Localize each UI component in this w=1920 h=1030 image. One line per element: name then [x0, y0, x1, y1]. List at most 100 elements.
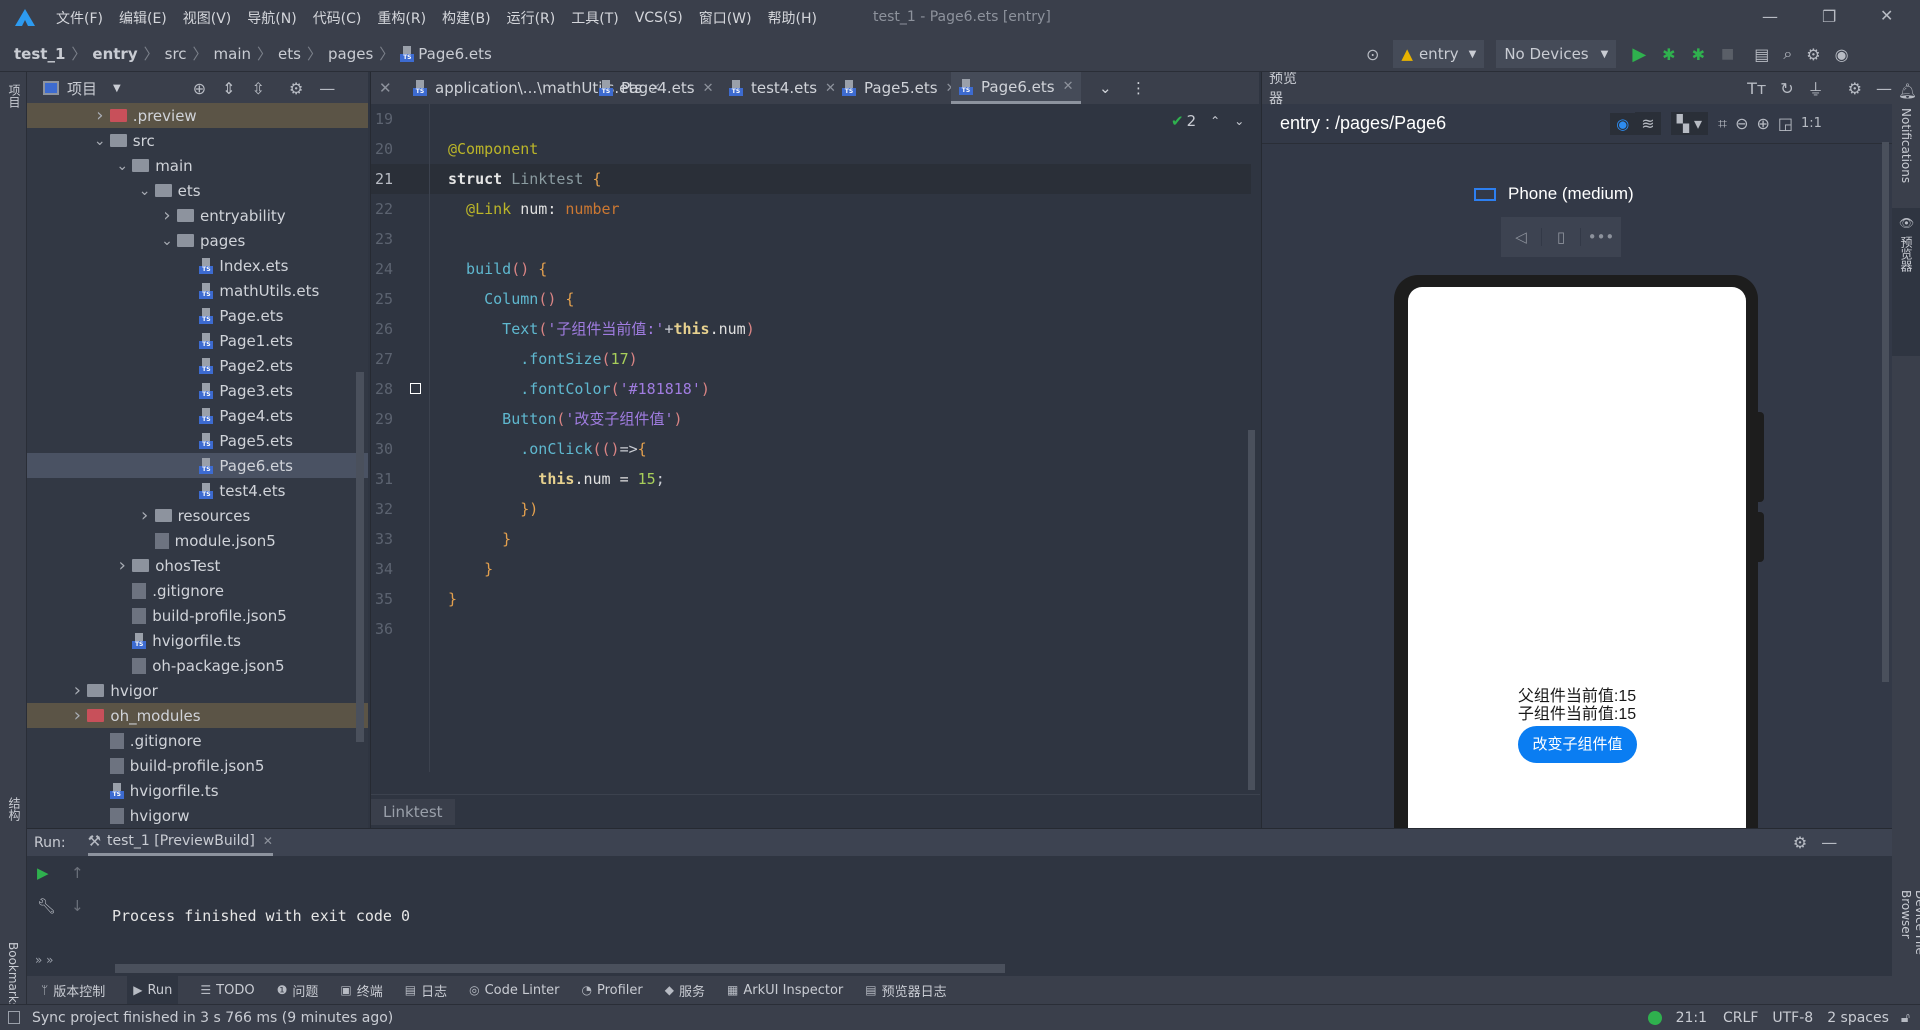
- tool-tab[interactable]: ▶ Run: [127, 976, 179, 1004]
- indent-setting[interactable]: 2 spaces: [1827, 1010, 1889, 1026]
- tree-item[interactable]: test4.ets: [27, 478, 368, 503]
- tree-item[interactable]: Page4.ets: [27, 403, 368, 428]
- tree-item[interactable]: Page5.ets: [27, 428, 368, 453]
- multi-device-icon[interactable]: ▚ ▾: [1670, 112, 1709, 135]
- menu-item[interactable]: 帮助(H): [768, 8, 817, 28]
- search-icon[interactable]: ⌕: [1783, 44, 1792, 64]
- tool-tab[interactable]: ❶ 问题: [277, 981, 319, 1000]
- gear-icon[interactable]: ⚙: [1806, 45, 1820, 64]
- tree-item[interactable]: › resources: [27, 503, 368, 528]
- tab-menu-icon[interactable]: ⋮: [1123, 72, 1154, 104]
- close-tab-icon[interactable]: ✕: [1063, 79, 1074, 94]
- editor-tab[interactable]: Page4.ets ✕: [591, 72, 721, 104]
- chevron-right-icon[interactable]: ›: [67, 680, 87, 701]
- tool-tab[interactable]: ▦ ArkUI Inspector: [727, 983, 843, 998]
- back-icon[interactable]: ◁: [1501, 228, 1541, 246]
- tree-item[interactable]: ⌄ main: [27, 153, 368, 178]
- tree-item[interactable]: Page3.ets: [27, 378, 368, 403]
- tool-tab[interactable]: ☰ TODO: [200, 983, 254, 998]
- menu-item[interactable]: 视图(V): [183, 8, 232, 28]
- zoom-out-icon[interactable]: ⊖: [1735, 114, 1748, 133]
- chevron-right-icon[interactable]: ›: [157, 205, 177, 226]
- plugin-icon[interactable]: ⏚: [1808, 76, 1824, 100]
- bookmarks-tool-button[interactable]: Bookmarks: [6, 942, 20, 1009]
- tree-item[interactable]: .gitignore: [27, 728, 368, 753]
- tool-tab[interactable]: ◎ Code Linter: [469, 983, 559, 998]
- breadcrumb-item[interactable]: test_1: [14, 45, 65, 63]
- tree-item[interactable]: ⌄ src: [27, 128, 368, 153]
- fullscreen-icon[interactable]: ◲: [1778, 114, 1793, 133]
- font-size-icon[interactable]: Tт: [1747, 79, 1766, 98]
- status-message[interactable]: Sync project finished in 3 s 766 ms (9 m…: [32, 1010, 393, 1026]
- tree-item[interactable]: › oh_modules: [27, 703, 368, 728]
- previous-highlight-icon[interactable]: ⌃: [1210, 114, 1220, 128]
- inspection-widget[interactable]: ✔ 2 ⌃ ⌄: [1171, 112, 1244, 130]
- menu-item[interactable]: 编辑(E): [119, 8, 167, 28]
- tree-item[interactable]: › .preview: [27, 103, 368, 128]
- rerun-icon[interactable]: ▶: [37, 864, 49, 882]
- device-manager-icon[interactable]: ▤: [1754, 45, 1769, 64]
- chevron-right-icon[interactable]: ›: [135, 505, 155, 526]
- tool-tab[interactable]: ▤ 预览器日志: [865, 981, 946, 1000]
- breadcrumb-item[interactable]: src: [165, 45, 187, 63]
- close-icon[interactable]: ✕: [263, 834, 273, 848]
- chevron-right-icon[interactable]: ›: [90, 105, 110, 126]
- editor-tab[interactable]: Page6.ets ✕: [951, 72, 1082, 104]
- tree-item[interactable]: oh-package.json5: [27, 653, 368, 678]
- tree-item[interactable]: module.json5: [27, 528, 368, 553]
- close-tab-icon[interactable]: ✕: [703, 81, 714, 96]
- tree-item[interactable]: hvigorfile.ts: [27, 628, 368, 653]
- tree-item[interactable]: hvigorw: [27, 803, 368, 828]
- hide-panel-icon[interactable]: —: [1821, 833, 1837, 852]
- gear-icon[interactable]: ⚙: [1848, 79, 1862, 98]
- line-separator[interactable]: CRLF: [1723, 1010, 1758, 1026]
- target-icon[interactable]: ⊙: [1366, 45, 1379, 64]
- output-scrollbar[interactable]: [115, 964, 1005, 973]
- close-tabs-icon[interactable]: ✕: [371, 72, 400, 104]
- lock-icon[interactable]: 🔓︎: [1901, 1010, 1910, 1026]
- tool-tab[interactable]: ◔ Profiler: [582, 983, 643, 998]
- breadcrumb-item[interactable]: Page6.ets: [418, 45, 492, 63]
- breadcrumb-item[interactable]: main: [214, 45, 251, 63]
- menu-item[interactable]: 工具(T): [571, 8, 618, 28]
- tree-item[interactable]: mathUtils.ets: [27, 278, 368, 303]
- wrench-icon[interactable]: 🔧︎: [37, 897, 56, 915]
- gear-icon[interactable]: ⚙: [1793, 833, 1807, 852]
- tree-item[interactable]: Index.ets: [27, 253, 368, 278]
- stop-icon[interactable]: ■: [1721, 46, 1734, 62]
- preview-scrollbar[interactable]: [1882, 142, 1889, 682]
- menu-item[interactable]: 运行(R): [507, 8, 556, 28]
- device-file-browser-tool-button[interactable]: Device File Browser: [1899, 890, 1920, 1004]
- editor-tab[interactable]: Page5.ets✕: [834, 72, 964, 104]
- tool-tab[interactable]: ᛘ 版本控制: [41, 981, 105, 1000]
- tree-item[interactable]: Page2.ets: [27, 353, 368, 378]
- locate-icon[interactable]: ⊕: [193, 79, 206, 98]
- breadcrumb-item[interactable]: entry: [92, 45, 137, 63]
- code-area[interactable]: 19 20 @Component 21 struct Linktest {22 @Lin…: [371, 104, 1260, 772]
- notifications-tool-button[interactable]: Notifications: [1899, 108, 1913, 183]
- debug-icon[interactable]: ✱: [1662, 45, 1675, 64]
- scroll-up-icon[interactable]: ↑: [71, 864, 84, 882]
- caret-position[interactable]: 21:1: [1676, 1010, 1707, 1026]
- hide-panel-icon[interactable]: —: [1876, 79, 1892, 98]
- tree-scrollbar[interactable]: [356, 372, 364, 742]
- project-title[interactable]: 项目: [67, 78, 97, 99]
- editor-tab[interactable]: test4.ets✕: [721, 72, 844, 104]
- menu-item[interactable]: 导航(N): [247, 8, 296, 28]
- chevron-down-icon[interactable]: ▼: [113, 83, 121, 94]
- tool-tab[interactable]: ▤ 日志: [405, 981, 447, 1000]
- breadcrumb-item[interactable]: pages: [328, 45, 373, 63]
- change-child-value-button[interactable]: 改变子组件值: [1518, 726, 1637, 763]
- tree-item[interactable]: build-profile.json5: [27, 603, 368, 628]
- fit-icon[interactable]: ⌗: [1718, 114, 1727, 134]
- next-highlight-icon[interactable]: ⌄: [1234, 114, 1244, 128]
- editor-scrollbar[interactable]: [1248, 430, 1255, 790]
- previewer-tool-button[interactable]: 👁︎ 预览器: [1892, 208, 1920, 356]
- rotate-icon[interactable]: ▯: [1541, 228, 1581, 246]
- tool-tab[interactable]: ▣ 终端: [340, 981, 382, 1000]
- tree-item[interactable]: .gitignore: [27, 578, 368, 603]
- chevron-right-icon[interactable]: ›: [67, 705, 87, 726]
- bell-icon[interactable]: 🔔︎: [1898, 82, 1917, 100]
- panel-toggle-icon[interactable]: [8, 1011, 20, 1024]
- tree-item[interactable]: build-profile.json5: [27, 753, 368, 778]
